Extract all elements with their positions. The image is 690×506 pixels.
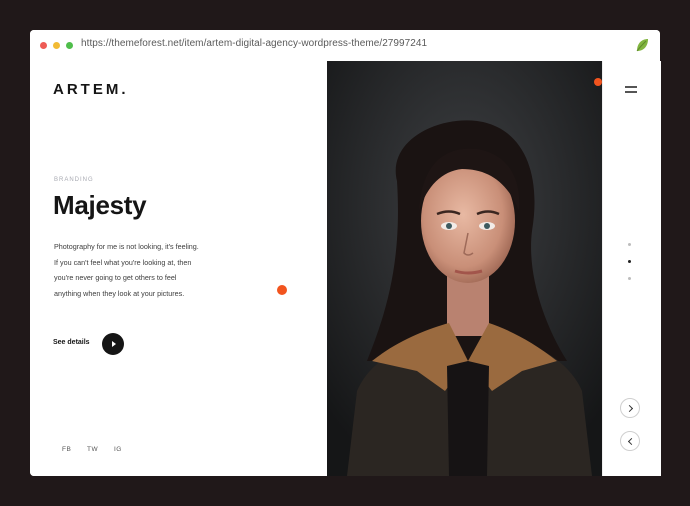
maximize-window-button[interactable] xyxy=(66,42,73,49)
see-details-button[interactable] xyxy=(102,333,124,355)
next-slide-button[interactable] xyxy=(620,398,640,418)
minimize-window-button[interactable] xyxy=(53,42,60,49)
prev-slide-button[interactable] xyxy=(620,431,640,451)
play-icon xyxy=(112,341,116,347)
slide-category: BRANDING xyxy=(54,177,94,183)
close-window-button[interactable] xyxy=(40,42,47,49)
site-logo[interactable]: ARTEM. xyxy=(53,81,129,98)
address-bar-url[interactable]: https://themeforest.net/item/artem-digit… xyxy=(81,38,427,49)
chevron-left-icon xyxy=(627,437,636,446)
notification-dot xyxy=(594,78,602,86)
chevron-right-icon xyxy=(625,404,634,413)
social-link-fb[interactable]: FB xyxy=(62,446,71,453)
pager-dot-2[interactable] xyxy=(628,260,631,263)
leaf-icon[interactable] xyxy=(634,37,650,53)
social-link-tw[interactable]: TW xyxy=(87,446,98,453)
browser-titlebar: https://themeforest.net/item/artem-digit… xyxy=(30,30,660,62)
cursor-dot xyxy=(277,285,287,295)
see-details-link[interactable]: See details xyxy=(53,339,90,346)
portrait-illustration xyxy=(327,61,602,476)
slide-title: Majesty xyxy=(53,190,147,220)
portrait-photo xyxy=(327,61,602,476)
slide-description: Photography for me is not looking, it's … xyxy=(54,242,199,298)
menu-icon[interactable] xyxy=(625,86,637,93)
pager-dot-3[interactable] xyxy=(628,277,631,280)
pager-dot-1[interactable] xyxy=(628,243,631,246)
social-link-ig[interactable]: IG xyxy=(114,446,122,453)
